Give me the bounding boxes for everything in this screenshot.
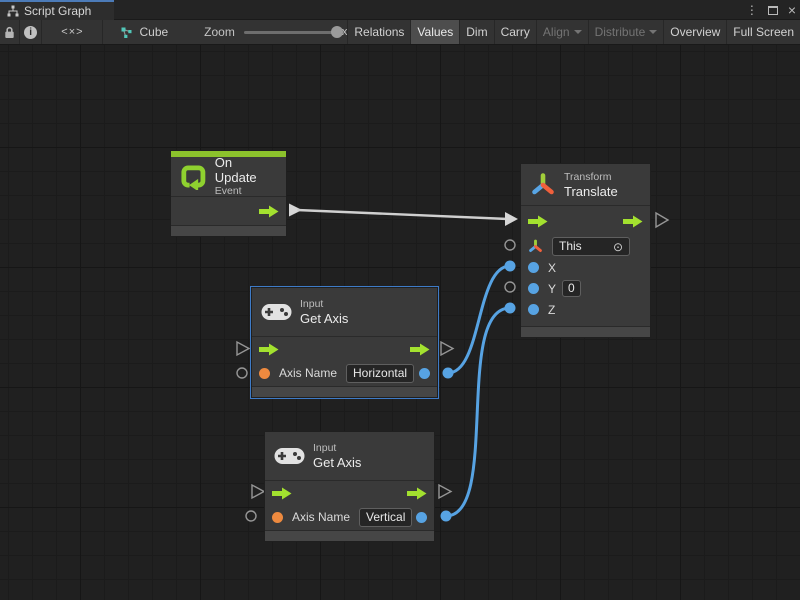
port-getaxis-v-ctrl-in[interactable]	[252, 485, 264, 498]
node-footer	[265, 530, 434, 541]
control-wire-dest-arrow[interactable]	[505, 212, 518, 226]
port-result-inner[interactable]	[416, 512, 427, 523]
object-picker-icon[interactable]: ⊙	[613, 241, 623, 253]
port-z-label: Z	[548, 303, 555, 317]
axis-name-label: Axis Name	[279, 366, 337, 380]
node-title: Get Axis	[300, 311, 348, 326]
port-result-inner[interactable]	[419, 368, 430, 379]
tab-title: Script Graph	[24, 4, 91, 18]
port-ctrl-out-inner[interactable]	[407, 487, 427, 500]
port-onupdate-ctrl-out[interactable]	[259, 205, 279, 218]
maximize-icon[interactable]	[768, 6, 778, 15]
port-getaxis-v-ctrl-out[interactable]	[439, 485, 451, 498]
port-y-inner[interactable]	[528, 283, 539, 294]
port-getaxis-v-name-in[interactable]	[246, 511, 256, 521]
node-footer	[252, 386, 437, 397]
transform-icon	[530, 172, 556, 198]
zoom-slider-handle[interactable]	[331, 26, 343, 38]
node-footer	[171, 225, 286, 236]
port-translate-y-in[interactable]	[505, 282, 515, 292]
gamepad-icon	[274, 445, 305, 467]
port-axis-name-inner[interactable]	[272, 512, 283, 523]
lock-button[interactable]	[0, 20, 20, 44]
node-get-axis-horizontal[interactable]: Input Get Axis Axis Name Horizontal	[251, 287, 438, 398]
node-category: Input	[300, 298, 348, 311]
port-x-label: X	[548, 261, 556, 275]
port-translate-x-in[interactable]	[505, 261, 516, 272]
port-y-label: Y	[548, 282, 556, 296]
port-translate-z-in[interactable]	[505, 303, 516, 314]
dropdown-caret-icon	[649, 30, 657, 34]
align-dropdown[interactable]: Align	[536, 20, 588, 44]
tab-script-graph[interactable]: Script Graph	[0, 0, 114, 20]
zoom-slider[interactable]	[244, 20, 330, 45]
gamepad-icon	[261, 301, 292, 323]
close-icon[interactable]: ×	[788, 3, 796, 17]
target-object-value: This	[559, 239, 582, 254]
node-on-update[interactable]: On Update Event	[170, 150, 287, 237]
port-x-inner[interactable]	[528, 262, 539, 273]
port-getaxis-h-result[interactable]	[443, 368, 454, 379]
port-getaxis-h-ctrl-in[interactable]	[237, 342, 249, 355]
port-translate-target-in[interactable]	[505, 240, 515, 250]
node-title: On Update	[215, 155, 277, 185]
graph-toolbar: i <×> Cube Zoom 1x Relations Values Dim …	[0, 20, 800, 45]
overview-button[interactable]: Overview	[663, 20, 726, 44]
axis-name-field[interactable]: Horizontal	[346, 364, 414, 383]
relations-button[interactable]: Relations	[347, 20, 410, 44]
graph-hierarchy-icon	[7, 5, 19, 17]
port-getaxis-v-result[interactable]	[441, 511, 452, 522]
carry-button[interactable]: Carry	[494, 20, 536, 44]
zoom-slider-track[interactable]	[244, 31, 344, 34]
port-translate-ctrl-in[interactable]	[528, 215, 548, 228]
node-get-axis-vertical[interactable]: Input Get Axis Axis Name Vertical	[264, 431, 435, 542]
target-object-field[interactable]: This ⊙	[552, 237, 630, 256]
toolbar-buttons: Relations Values Dim Carry Align Distrib…	[347, 20, 800, 44]
wire-horizontal-to-x[interactable]	[448, 266, 510, 373]
node-category: Input	[313, 442, 361, 455]
axis-name-label: Axis Name	[292, 510, 350, 524]
port-translate-ctrl-out-inner[interactable]	[623, 215, 643, 228]
zoom-label: Zoom	[204, 25, 235, 39]
axis-name-field[interactable]: Vertical	[359, 508, 412, 527]
variables-icon: <×>	[61, 26, 83, 38]
graph-inspector-button[interactable]: i	[20, 20, 42, 44]
info-icon: i	[24, 26, 37, 39]
port-ctrl-in-inner[interactable]	[259, 343, 279, 356]
values-button[interactable]: Values	[410, 20, 459, 44]
window-titlebar: Script Graph ⋮ ×	[0, 0, 800, 20]
node-title: Translate	[564, 184, 618, 199]
port-translate-ctrl-out[interactable]	[656, 213, 668, 227]
fullscreen-button[interactable]: Full Screen	[726, 20, 800, 44]
transform-mini-icon	[528, 239, 543, 254]
node-title: Get Axis	[313, 455, 361, 470]
distribute-dropdown[interactable]: Distribute	[588, 20, 664, 44]
graph-target[interactable]: Cube	[120, 20, 168, 44]
node-translate[interactable]: Transform Translate This ⊙	[520, 163, 651, 338]
node-footer	[521, 326, 650, 337]
port-ctrl-out-inner[interactable]	[410, 343, 430, 356]
port-z-inner[interactable]	[528, 304, 539, 315]
control-wire[interactable]	[297, 210, 508, 219]
dropdown-caret-icon	[574, 30, 582, 34]
port-axis-name-inner[interactable]	[259, 368, 270, 379]
node-category: Transform	[564, 171, 618, 184]
graph-canvas[interactable]: On Update Event Transform Translate	[0, 45, 800, 600]
port-getaxis-h-ctrl-out[interactable]	[441, 342, 453, 355]
port-ctrl-in-inner[interactable]	[272, 487, 292, 500]
variables-button[interactable]: <×>	[42, 20, 103, 44]
y-value-field[interactable]: 0	[562, 280, 581, 297]
port-getaxis-h-name-in[interactable]	[237, 368, 247, 378]
dim-button[interactable]: Dim	[459, 20, 493, 44]
lock-icon	[4, 26, 15, 39]
update-loop-icon	[180, 163, 207, 190]
window-menu-icon[interactable]: ⋮	[746, 3, 758, 17]
graph-target-label: Cube	[139, 25, 168, 39]
wire-vertical-to-z[interactable]	[446, 308, 510, 516]
graph-target-icon	[120, 26, 133, 39]
